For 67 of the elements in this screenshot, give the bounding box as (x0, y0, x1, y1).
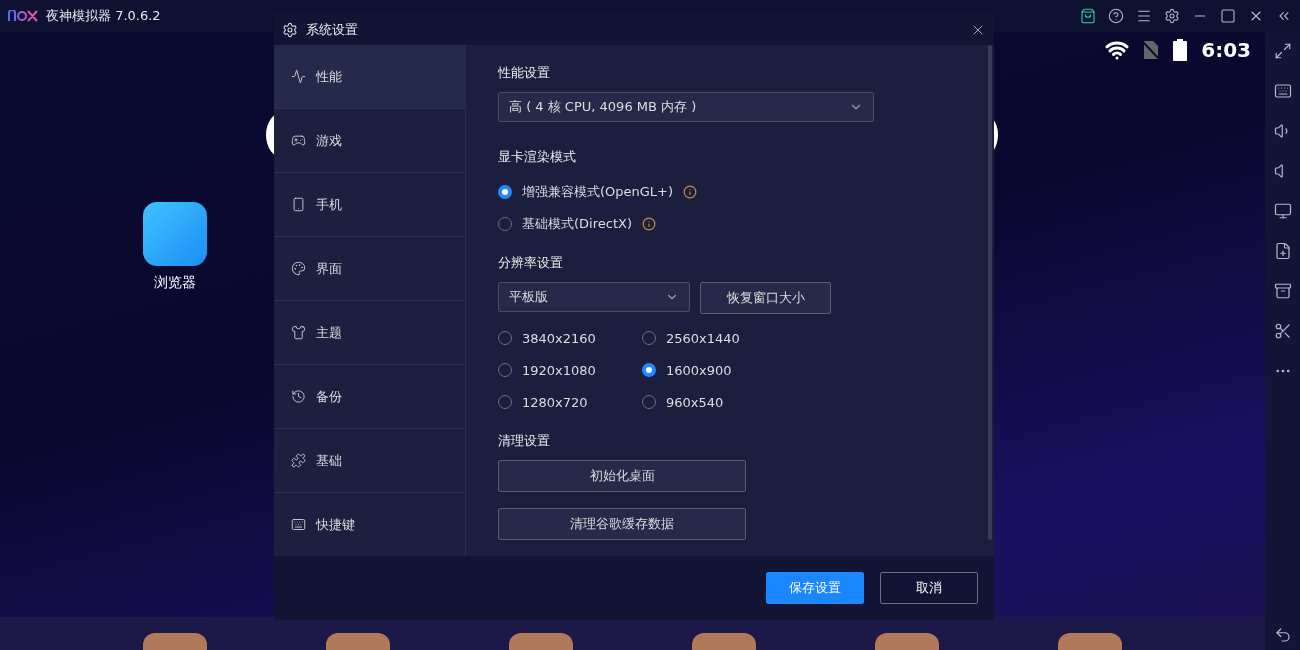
option-label: 960x540 (666, 394, 724, 410)
shopping-bag-icon[interactable] (1080, 8, 1096, 24)
maximize-icon[interactable] (1220, 8, 1236, 24)
nox-logo (8, 10, 38, 22)
nav-label: 基础 (316, 451, 342, 470)
shirt-icon (291, 325, 306, 340)
app-icon-placeholder[interactable] (143, 633, 207, 650)
option-label: 2560x1440 (666, 330, 740, 346)
restore-window-button[interactable]: 恢复窗口大小 (700, 282, 831, 314)
app-icon-placeholder[interactable] (692, 633, 756, 650)
app-label: 浏览器 (154, 274, 196, 292)
option-label: 1280x720 (522, 394, 588, 410)
save-button[interactable]: 保存设置 (766, 572, 864, 604)
nav-label: 界面 (316, 259, 342, 278)
radio-button[interactable] (498, 185, 512, 199)
section-heading: 清理设置 (498, 432, 551, 450)
history-icon (291, 389, 306, 404)
app-title: 夜神模拟器 7.0.6.2 (46, 7, 161, 25)
help-icon[interactable] (1108, 8, 1124, 24)
fullscreen-icon[interactable] (1273, 42, 1292, 60)
option-label: 基础模式(DirectX) (522, 215, 632, 233)
status-time: 6:03 (1201, 38, 1251, 62)
puzzle-icon (291, 453, 306, 468)
cancel-button[interactable]: 取消 (880, 572, 978, 604)
option-label: 1600x900 (666, 362, 732, 378)
nav-label: 游戏 (316, 131, 342, 150)
phone-icon (291, 197, 306, 212)
back-icon[interactable] (1273, 626, 1292, 644)
gamepad-icon (291, 133, 306, 148)
no-sim-icon (1143, 40, 1160, 60)
pulse-icon (291, 69, 306, 84)
cleanup-button[interactable]: 初始化桌面 (498, 460, 746, 492)
settings-icon (282, 21, 298, 38)
nav-label: 快捷键 (316, 515, 355, 534)
nav-item[interactable]: 性能 (274, 45, 465, 109)
apk-install-icon[interactable] (1273, 242, 1292, 260)
battery-icon (1173, 39, 1188, 61)
info-icon[interactable] (642, 217, 656, 231)
menu-icon[interactable] (1136, 8, 1152, 24)
settings-icon[interactable] (1164, 8, 1180, 24)
dialog-title: 系统设置 (306, 20, 358, 39)
scissors-icon[interactable] (1273, 322, 1292, 340)
performance-select[interactable]: 高 ( 4 核 CPU, 4096 MB 内存 ) (498, 92, 874, 122)
option-label: 增强兼容模式(OpenGL+) (522, 183, 674, 201)
option-label: 1920x1080 (522, 362, 596, 378)
cleanup-button[interactable]: 清理谷歌缓存数据 (498, 508, 746, 540)
keyboard-icon[interactable] (1273, 82, 1292, 100)
resolution-select[interactable]: 平板版 (498, 282, 690, 312)
option-label: 3840x2160 (522, 330, 596, 346)
nav-label: 主题 (316, 323, 342, 342)
app-icon-placeholder[interactable] (875, 633, 939, 650)
monitor-icon[interactable] (1273, 202, 1292, 220)
radio-button[interactable] (642, 363, 656, 377)
nav-label: 备份 (316, 387, 342, 406)
app-icon-placeholder[interactable] (1058, 633, 1122, 650)
archive-icon[interactable] (1273, 282, 1292, 300)
app-icon-placeholder[interactable] (326, 633, 390, 650)
info-icon[interactable] (683, 185, 698, 199)
section-heading: 显卡渲染模式 (498, 148, 577, 166)
section-heading: 性能设置 (498, 64, 551, 82)
app-icon-placeholder[interactable] (509, 633, 573, 650)
nav-label: 手机 (316, 195, 342, 214)
keyboard-icon (291, 517, 306, 532)
section-heading: 分辨率设置 (498, 254, 564, 272)
palette-icon (291, 261, 306, 276)
browser-app-icon[interactable] (143, 202, 207, 266)
nav-label: 性能 (316, 67, 342, 86)
